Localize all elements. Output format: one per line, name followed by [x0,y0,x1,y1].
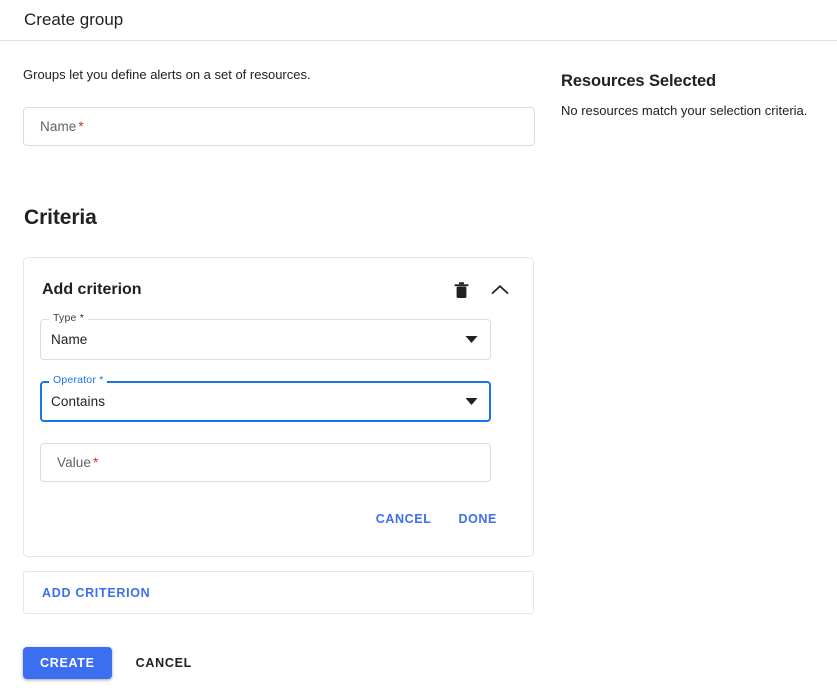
caret-down-icon-svg [465,335,478,344]
add-criterion-button[interactable]: ADD CRITERION [23,571,534,614]
resources-selected-message: No resources match your selection criter… [561,102,837,120]
operator-select[interactable]: Operator * Contains [40,381,491,422]
caret-down-icon[interactable] [465,319,478,360]
type-select[interactable]: Type * Name [40,319,491,360]
type-select-outline [40,319,491,360]
create-button[interactable]: CREATE [23,647,112,679]
criterion-done-button[interactable]: DONE [456,506,499,532]
criterion-card: Add criterion [23,257,534,557]
criterion-actions: CANCEL DONE [40,482,517,556]
intro-description: Groups let you define alerts on a set of… [23,65,536,85]
criterion-card-header: Add criterion [40,274,517,306]
criterion-header-actions [450,279,517,301]
right-column: Resources Selected No resources match yo… [536,65,837,120]
operator-select-outline [40,381,491,422]
cancel-button[interactable]: CANCEL [126,648,202,678]
criterion-title: Add criterion [42,281,142,299]
caret-down-icon-svg [465,397,478,406]
criterion-cancel-button[interactable]: CANCEL [374,506,434,532]
criterion-value-placeholder: Value* [57,455,98,470]
criterion-value-input[interactable]: Value* [40,443,491,482]
left-column: Groups let you define alerts on a set of… [0,65,536,693]
trash-icon-svg [454,282,469,299]
operator-select-value: Contains [51,381,105,422]
group-name-input[interactable]: Name* [23,107,535,146]
resources-selected-title: Resources Selected [561,72,837,91]
page-title: Create group [24,10,123,30]
criteria-heading: Criteria [24,206,536,230]
caret-down-icon[interactable] [465,381,478,422]
required-asterisk: * [93,455,98,470]
page-header: Create group [0,0,837,41]
type-select-value: Name [51,319,87,360]
content-area: Groups let you define alerts on a set of… [0,41,837,693]
chevron-up-icon-svg [491,284,509,296]
group-name-placeholder: Name* [40,119,84,134]
form-actions: CREATE CANCEL [23,647,536,693]
trash-icon[interactable] [450,279,472,301]
required-asterisk: * [78,119,83,134]
chevron-up-icon[interactable] [489,279,511,301]
add-criterion-label: ADD CRITERION [42,586,150,600]
